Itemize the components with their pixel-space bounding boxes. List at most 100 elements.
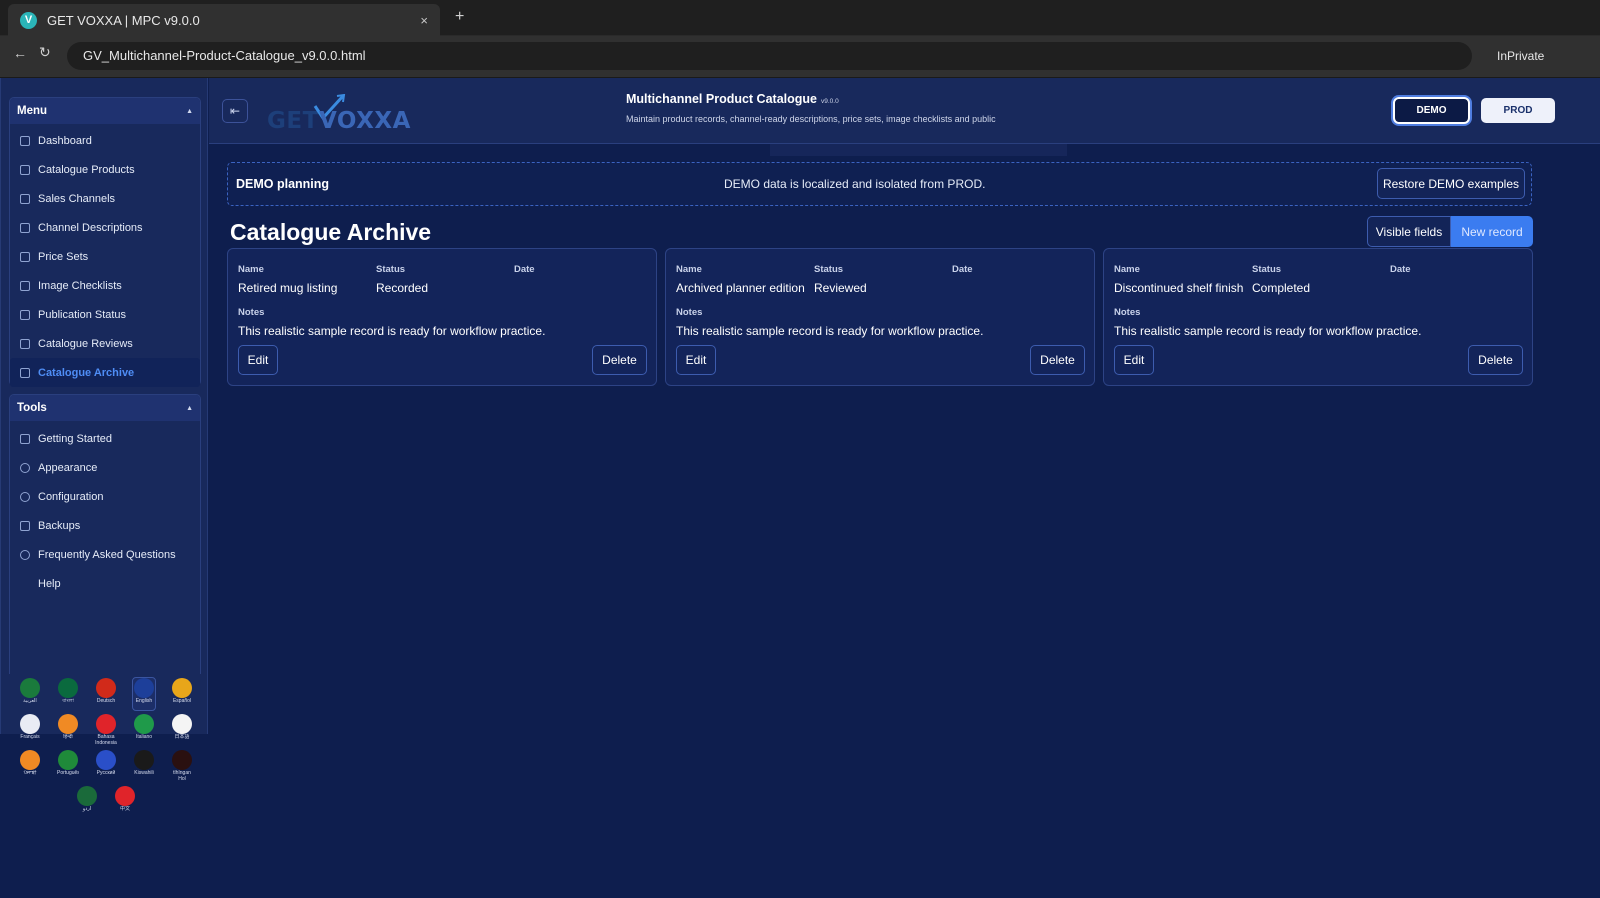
browser-tab[interactable]: V GET VOXXA | MPC v9.0.0 × [8, 4, 440, 36]
sidebar-item-backups[interactable]: Backups [10, 511, 200, 540]
language-label: 中文 [119, 806, 130, 812]
record-name: Discontinued shelf finish [1114, 281, 1244, 295]
sidebar-item-publication-status[interactable]: Publication Status [10, 300, 200, 329]
language-flag-button[interactable]: Русский [95, 750, 117, 782]
language-row: ਪੰਜਾਬੀ Português Русский Kiswahili tlhIngan … [13, 750, 199, 782]
menu-header[interactable]: Menu ▲ [10, 98, 200, 124]
sidebar-item-label: Sales Channels [38, 192, 116, 205]
language-label: हिन्दी [63, 734, 73, 740]
flag-icon [172, 678, 192, 698]
language-flag-button[interactable]: Deutsch [95, 678, 117, 710]
sidebar-item-frequently-asked-questions[interactable]: Frequently Asked Questions [10, 540, 200, 569]
banner-message: DEMO data is localized and isolated from… [724, 177, 986, 191]
language-flag-button[interactable]: বাংলা [57, 678, 79, 710]
language-flag-button[interactable]: Español [171, 678, 193, 710]
record-notes: This realistic sample record is ready fo… [238, 324, 546, 338]
menu-section: Menu ▲ Dashboard Catalogue Products Sales … [9, 97, 201, 387]
notes-label: Notes [1114, 307, 1141, 318]
prod-env-button[interactable]: PROD [1481, 98, 1555, 123]
tools-list: Getting Started Appearance Configuration Ba… [10, 421, 200, 598]
name-label: Name [238, 264, 264, 275]
language-flag-button[interactable]: ਪੰਜਾਬੀ [19, 750, 41, 782]
sidebar-item-help[interactable]: Help [10, 569, 200, 598]
delete-button[interactable]: Delete [1030, 345, 1085, 375]
new-record-button[interactable]: New record [1451, 216, 1533, 247]
record-status: Reviewed [814, 281, 867, 295]
flag-icon [77, 786, 97, 806]
tools-header[interactable]: Tools ▲ [10, 395, 200, 421]
demo-env-button[interactable]: DEMO [1393, 97, 1470, 124]
language-flag-button[interactable]: العربية [19, 678, 41, 710]
sidebar-item-catalogue-products[interactable]: Catalogue Products [10, 155, 200, 184]
language-flag-button[interactable]: हिन्दी [57, 714, 79, 746]
sidebar-item-label: Price Sets [38, 250, 89, 263]
name-label: Name [1114, 264, 1140, 275]
url-input[interactable]: GV_Multichannel-Product-Catalogue_v9.0.0… [67, 42, 1472, 70]
language-flag-button[interactable]: Kiswahili [133, 750, 155, 782]
sidebar-item-appearance[interactable]: Appearance [10, 453, 200, 482]
language-flag-button[interactable]: 中文 [114, 786, 136, 818]
document-icon [20, 251, 30, 262]
language-flag-button[interactable]: اردو [76, 786, 98, 818]
language-flag-button[interactable]: tlhIngan Hol [171, 750, 193, 782]
language-flag-button[interactable]: English [132, 677, 156, 711]
language-flag-button[interactable]: Português [57, 750, 79, 782]
sidebar-item-label: Appearance [38, 461, 98, 474]
sidebar-toggle-button[interactable]: ⇤ [222, 99, 248, 123]
sidebar-item-label: Configuration [38, 490, 104, 503]
flag-icon [172, 750, 192, 770]
sidebar-item-configuration[interactable]: Configuration [10, 482, 200, 511]
language-label: Bahasa Indonesia [95, 734, 117, 746]
document-icon [20, 222, 30, 233]
sidebar-item-channel-descriptions[interactable]: Channel Descriptions [10, 213, 200, 242]
language-label: English [135, 698, 153, 704]
edit-button[interactable]: Edit [238, 345, 278, 375]
restore-demo-button[interactable]: Restore DEMO examples [1377, 168, 1525, 199]
document-icon [20, 193, 30, 204]
language-flag-button[interactable]: Bahasa Indonesia [95, 714, 117, 746]
name-label: Name [676, 264, 702, 275]
sidebar-item-label: Catalogue Reviews [38, 337, 133, 350]
language-flag-button[interactable]: 日本語 [171, 714, 193, 746]
language-label: Kiswahili [134, 770, 154, 776]
new-tab-icon[interactable]: + [455, 8, 464, 26]
flag-icon [58, 714, 78, 734]
edit-button[interactable]: Edit [1114, 345, 1154, 375]
palette-icon [20, 462, 30, 473]
sidebar-item-dashboard[interactable]: Dashboard [10, 126, 200, 155]
header-tab-notch [770, 144, 1067, 156]
delete-button[interactable]: Delete [1468, 345, 1523, 375]
sidebar: Menu ▲ Dashboard Catalogue Products Sales … [0, 78, 208, 812]
sidebar-item-getting-started[interactable]: Getting Started [10, 424, 200, 453]
address-bar: ← ↻ GV_Multichannel-Product-Catalogue_v9… [0, 36, 1600, 78]
app-title: Multichannel Product Catalogue v9.0.0 [626, 92, 839, 106]
sidebar-item-sales-channels[interactable]: Sales Channels [10, 184, 200, 213]
sidebar-item-price-sets[interactable]: Price Sets [10, 242, 200, 271]
blank-icon [20, 579, 30, 589]
inprivate-badge[interactable]: InPrivate [1497, 49, 1544, 63]
back-arrow-icon[interactable]: ← [13, 45, 27, 61]
language-label: اردو [82, 806, 92, 812]
reload-icon[interactable]: ↻ [39, 44, 51, 61]
visible-fields-button[interactable]: Visible fields [1367, 216, 1451, 247]
record-notes: This realistic sample record is ready fo… [676, 324, 984, 338]
status-label: Status [1252, 264, 1282, 275]
close-icon[interactable]: × [420, 13, 428, 28]
sidebar-item-catalogue-reviews[interactable]: Catalogue Reviews [10, 329, 200, 358]
notes-label: Notes [676, 307, 703, 318]
flag-icon [96, 750, 116, 770]
edit-button[interactable]: Edit [676, 345, 716, 375]
language-flag-button[interactable]: Italiano [133, 714, 155, 746]
flag-icon [96, 678, 116, 698]
flag-icon [58, 678, 78, 698]
delete-button[interactable]: Delete [592, 345, 647, 375]
language-flag-button[interactable]: Français [19, 714, 41, 746]
gear-icon [20, 491, 30, 502]
document-icon [20, 309, 30, 320]
caret-up-icon: ▲ [186, 404, 193, 412]
sidebar-item-catalogue-archive[interactable]: Catalogue Archive [10, 358, 200, 387]
document-icon [20, 164, 30, 175]
sidebar-item-image-checklists[interactable]: Image Checklists [10, 271, 200, 300]
document-icon [20, 280, 30, 291]
language-label: Português [57, 770, 79, 776]
